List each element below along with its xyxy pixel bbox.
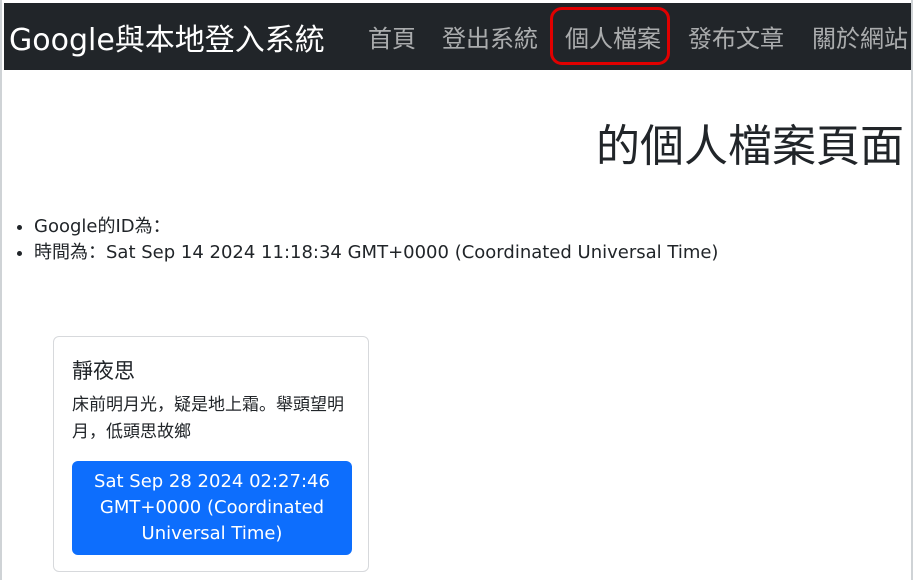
nav-link-post[interactable]: 發布文章 <box>688 3 784 70</box>
nav-link-logout[interactable]: 登出系統 <box>442 3 538 70</box>
post-date-button[interactable]: Sat Sep 28 2024 02:27:46 GMT+0000 (Coord… <box>72 461 352 555</box>
navbar-brand[interactable]: Google與本地登入系統 <box>9 3 325 70</box>
post-card-content: 床前明月光，疑是地上霜。舉頭望明月，低頭思故鄉 <box>72 395 344 442</box>
post-card: 靜夜思 床前明月光，疑是地上霜。舉頭望明月，低頭思故鄉 Sat Sep 28 2… <box>53 336 369 572</box>
navbar: Google與本地登入系統 首頁 登出系統 個人檔案 發布文章 關於網站 <box>4 3 911 70</box>
page-frame: Google與本地登入系統 首頁 登出系統 個人檔案 發布文章 關於網站 的個人… <box>0 0 913 580</box>
time-item: 時間為：Sat Sep 14 2024 11:18:34 GMT+0000 (C… <box>34 240 718 266</box>
post-card-title: 靜夜思 <box>72 359 135 383</box>
nav-link-home[interactable]: 首頁 <box>368 3 416 70</box>
page-title: 的個人檔案頁面 <box>596 121 904 172</box>
nav-link-profile[interactable]: 個人檔案 <box>565 3 661 70</box>
nav-link-about[interactable]: 關於網站 <box>812 3 908 70</box>
profile-info-list: Google的ID為： 時間為：Sat Sep 14 2024 11:18:34… <box>16 214 718 266</box>
google-id-item: Google的ID為： <box>34 214 718 240</box>
